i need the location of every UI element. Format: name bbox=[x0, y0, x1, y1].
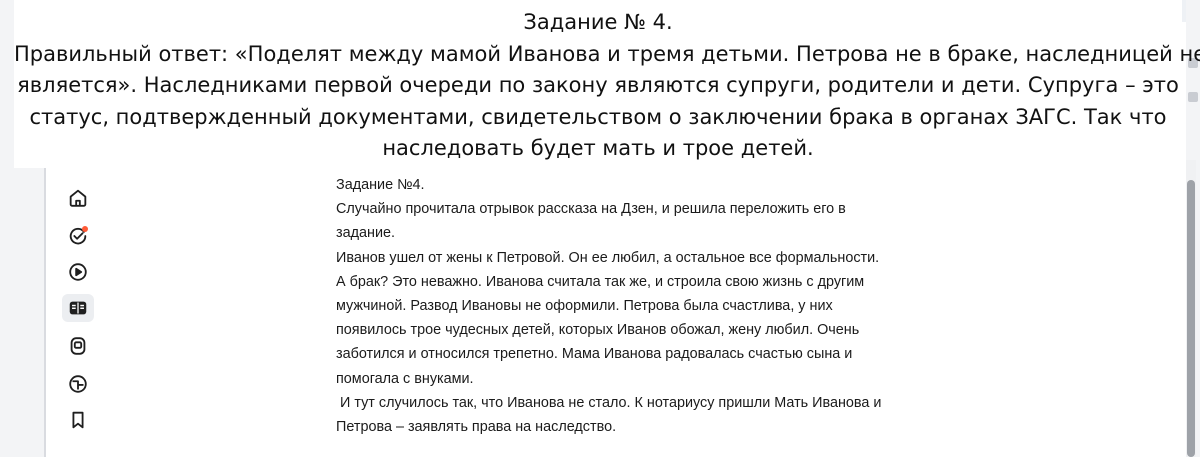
caption-line: статус, подтвержденный документами, свид… bbox=[29, 104, 1167, 129]
article-line: А брак? Это неважно. Иванова считала так… bbox=[336, 273, 865, 290]
scrollbar-thumb[interactable] bbox=[1187, 180, 1195, 457]
article-line: Случайно прочитала отрывок рассказа на Д… bbox=[336, 201, 846, 218]
sidebar-item-shorts[interactable] bbox=[62, 332, 94, 360]
sidebar-item-studio[interactable] bbox=[62, 370, 94, 398]
home-icon bbox=[69, 189, 87, 207]
article-line: И тут случилось так, что Иванова не стал… bbox=[336, 394, 882, 411]
caption-line: Правильный ответ: «Поделят между мамой И… bbox=[14, 41, 1200, 66]
answer-caption: Задание № 4. Правильный ответ: «Поделят … bbox=[14, 0, 1200, 168]
content-left-border bbox=[44, 160, 46, 457]
shorts-icon bbox=[70, 337, 86, 355]
article-line: Задание №4. bbox=[336, 177, 425, 193]
article-line: появилось трое чудесных детей, которых И… bbox=[336, 322, 860, 339]
studio-icon bbox=[69, 375, 87, 393]
sidebar-item-articles[interactable] bbox=[62, 294, 94, 322]
article-line: задание. bbox=[336, 225, 395, 242]
sidebar-item-home[interactable] bbox=[62, 184, 94, 212]
sidebar-item-bookmarks[interactable] bbox=[62, 406, 94, 434]
article-line: Петрова – заявлять права на наследство. bbox=[336, 419, 617, 436]
article-line: помогала с внуками. bbox=[336, 370, 474, 387]
notification-badge bbox=[82, 226, 88, 232]
article-line: мужчиной. Развод Ивановы не оформили. Пе… bbox=[336, 298, 833, 315]
caption-line: наследовать будет мать и трое детей. bbox=[382, 136, 814, 160]
video-icon bbox=[69, 263, 87, 281]
article-line: заботился и относился трепетно. Мама Ива… bbox=[336, 346, 853, 363]
caption-line: является». Наследниками первой очереди п… bbox=[17, 73, 1179, 97]
caption-title: Задание № 4. bbox=[523, 10, 673, 34]
sidebar-item-notifications[interactable] bbox=[62, 222, 94, 250]
articles-icon bbox=[69, 301, 87, 315]
article-line: Иванов ушел от жены к Петровой. Он ее лю… bbox=[336, 249, 880, 266]
bookmark-icon bbox=[72, 411, 84, 429]
right-gutter-icon bbox=[1188, 92, 1198, 102]
article-body: Задание №4. Случайно прочитала отрывок р… bbox=[336, 173, 916, 439]
sidebar-item-video[interactable] bbox=[62, 258, 94, 286]
